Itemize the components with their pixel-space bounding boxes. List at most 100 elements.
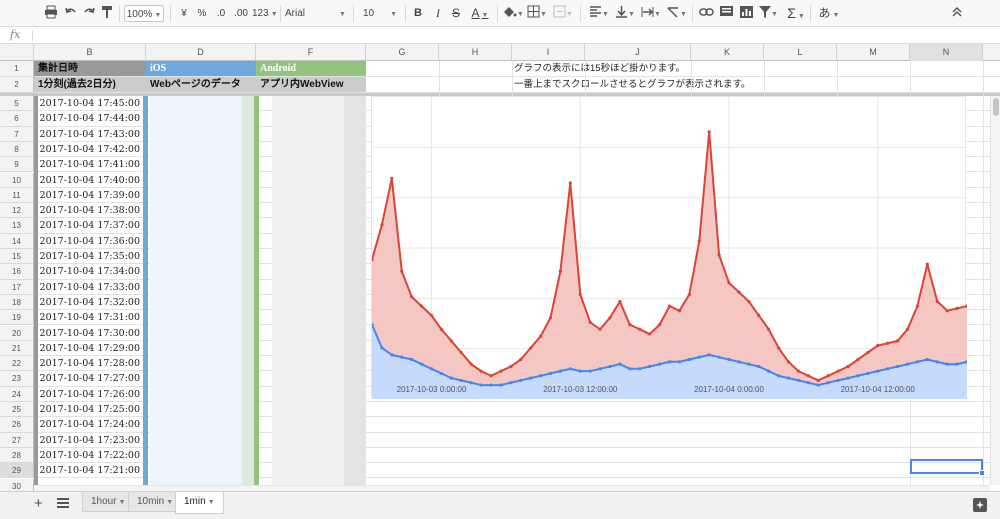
column-header-f[interactable]: F bbox=[256, 44, 366, 61]
sheet-tab-1min[interactable]: 1min ▼ bbox=[175, 492, 224, 514]
paint-format-icon[interactable] bbox=[100, 5, 114, 22]
column-header-i[interactable]: I bbox=[512, 44, 585, 61]
column-header-b[interactable]: B bbox=[34, 44, 146, 61]
comment-icon[interactable] bbox=[719, 5, 735, 22]
functions-icon[interactable]: Σ ▼ bbox=[786, 5, 806, 22]
strikethrough-button[interactable]: S bbox=[451, 5, 461, 22]
date-cell[interactable]: 2017-10-04 17:37:00 bbox=[38, 218, 146, 232]
row-header-26[interactable]: 26 bbox=[0, 417, 34, 433]
sheet-tab-1hour[interactable]: 1hour ▼ bbox=[82, 492, 135, 512]
column-header-m[interactable]: M bbox=[837, 44, 910, 61]
d1-cell[interactable]: iOS bbox=[146, 61, 256, 76]
row-header-2[interactable]: 2 bbox=[0, 77, 34, 93]
select-all-corner[interactable] bbox=[0, 44, 34, 61]
vertical-scroll-thumb[interactable] bbox=[993, 98, 999, 116]
italic-button[interactable]: I bbox=[433, 5, 443, 22]
date-cell[interactable]: 2017-10-04 17:38:00 bbox=[38, 203, 146, 217]
date-cell[interactable]: 2017-10-04 17:23:00 bbox=[38, 433, 146, 447]
decrease-decimal-button[interactable]: .0 bbox=[213, 5, 229, 22]
row-header-20[interactable]: 20 bbox=[0, 325, 34, 341]
undo-icon[interactable] bbox=[64, 5, 78, 22]
date-cell[interactable]: 2017-10-04 17:35:00 bbox=[38, 249, 146, 263]
date-cell[interactable]: 2017-10-04 17:27:00 bbox=[38, 371, 146, 385]
b1-cell[interactable]: 集計日時 bbox=[34, 61, 146, 76]
row-header-29[interactable]: 29 bbox=[0, 463, 34, 479]
insert-chart-icon[interactable] bbox=[739, 5, 755, 22]
date-cell[interactable]: 2017-10-04 17:43:00 bbox=[38, 127, 146, 141]
date-cell[interactable]: 2017-10-04 17:28:00 bbox=[38, 356, 146, 370]
row-header-28[interactable]: 28 bbox=[0, 447, 34, 464]
column-header-j[interactable]: J bbox=[585, 44, 691, 61]
row-header-11[interactable]: 11 bbox=[0, 187, 34, 204]
date-cell[interactable]: 2017-10-04 17:41:00 bbox=[38, 157, 146, 171]
selected-cell[interactable] bbox=[910, 459, 983, 474]
row-header-18[interactable]: 18 bbox=[0, 294, 34, 311]
row-header-10[interactable]: 10 bbox=[0, 172, 34, 188]
row-header-12[interactable]: 12 bbox=[0, 203, 34, 219]
note-cell-2[interactable]: 一番上までスクロールさせるとグラフが表示されます。 bbox=[512, 77, 812, 92]
date-cell[interactable]: 2017-10-04 17:31:00 bbox=[38, 310, 146, 324]
fill-color-icon[interactable]: ▼ bbox=[502, 5, 522, 22]
date-cell[interactable]: 2017-10-04 17:45:00 bbox=[38, 96, 146, 110]
date-cell[interactable]: 2017-10-04 17:21:00 bbox=[38, 463, 146, 477]
column-header-g[interactable]: G bbox=[366, 44, 439, 61]
row-header-23[interactable]: 23 bbox=[0, 371, 34, 387]
row-header-5[interactable]: 5 bbox=[0, 96, 34, 112]
traffic-chart[interactable]: 2017-10-03 0:00:00 2017-10-03 12:00:00 201… bbox=[371, 96, 967, 399]
date-cell[interactable]: 2017-10-04 17:32:00 bbox=[38, 295, 146, 309]
row-header-1[interactable]: 1 bbox=[0, 61, 34, 77]
column-header-n[interactable]: N bbox=[910, 44, 983, 61]
d2-cell[interactable]: Webページのデータ bbox=[146, 77, 256, 92]
font-size-select[interactable]: 10 ▼ bbox=[363, 5, 401, 22]
borders-icon[interactable]: ▼ bbox=[527, 5, 547, 22]
row-header-15[interactable]: 15 bbox=[0, 249, 34, 265]
date-cell[interactable]: 2017-10-04 17:26:00 bbox=[38, 387, 146, 401]
date-cell[interactable]: 2017-10-04 17:42:00 bbox=[38, 142, 146, 156]
column-header-d[interactable]: D bbox=[146, 44, 256, 61]
filter-icon[interactable]: ▼ bbox=[758, 5, 778, 22]
row-header-27[interactable]: 27 bbox=[0, 432, 34, 448]
date-cell[interactable]: 2017-10-04 17:29:00 bbox=[38, 341, 146, 355]
redo-icon[interactable] bbox=[82, 5, 96, 22]
all-sheets-icon[interactable] bbox=[57, 498, 69, 511]
bold-button[interactable]: B bbox=[413, 5, 423, 22]
increase-decimal-button[interactable]: .00 bbox=[232, 5, 250, 22]
print-icon[interactable] bbox=[44, 5, 58, 22]
add-sheet-icon[interactable]: + bbox=[34, 495, 43, 512]
date-cell[interactable]: 2017-10-04 17:36:00 bbox=[38, 234, 146, 248]
vertical-scrollbar[interactable] bbox=[990, 96, 1000, 485]
row-header-6[interactable]: 6 bbox=[0, 111, 34, 127]
text-wrap-icon[interactable]: ▼ bbox=[641, 5, 661, 22]
b2-cell[interactable]: 1分刻(過去2日分) bbox=[34, 77, 146, 92]
row-header-7[interactable]: 7 bbox=[0, 126, 34, 142]
zoom-select[interactable]: 100% ▼ bbox=[124, 5, 164, 22]
link-icon[interactable] bbox=[699, 5, 715, 22]
date-cell[interactable]: 2017-10-04 17:44:00 bbox=[38, 111, 146, 125]
fill-handle[interactable] bbox=[979, 470, 985, 476]
percent-format-button[interactable]: % bbox=[196, 5, 208, 22]
formula-input[interactable] bbox=[40, 29, 980, 42]
row-header-25[interactable]: 25 bbox=[0, 402, 34, 418]
currency-format-button[interactable]: ¥ bbox=[178, 5, 190, 22]
text-rotation-icon[interactable]: ▼ bbox=[667, 5, 687, 22]
date-cell[interactable]: 2017-10-04 17:22:00 bbox=[38, 448, 146, 462]
date-cell[interactable]: 2017-10-04 17:24:00 bbox=[38, 417, 146, 431]
date-cell[interactable]: 2017-10-04 17:25:00 bbox=[38, 402, 146, 416]
row-header-9[interactable]: 9 bbox=[0, 157, 34, 173]
merge-cells-icon[interactable]: ▼ bbox=[553, 5, 573, 22]
row-header-24[interactable]: 24 bbox=[0, 386, 34, 402]
horizontal-align-icon[interactable]: ▼ bbox=[589, 5, 609, 22]
row-header-13[interactable]: 13 bbox=[0, 218, 34, 234]
date-cell[interactable]: 2017-10-04 17:40:00 bbox=[38, 173, 146, 187]
f1-cell[interactable]: Android bbox=[256, 61, 366, 76]
row-header-19[interactable]: 19 bbox=[0, 310, 34, 326]
more-formats-button[interactable]: 123 ▼ bbox=[252, 5, 278, 22]
f2-cell[interactable]: アプリ内WebView bbox=[256, 77, 366, 92]
row-header-17[interactable]: 17 bbox=[0, 279, 34, 295]
row-header-8[interactable]: 8 bbox=[0, 141, 34, 158]
vertical-align-icon[interactable]: ▼ bbox=[615, 5, 635, 22]
input-tools-button[interactable]: あ ▼ bbox=[817, 5, 841, 22]
row-header-14[interactable]: 14 bbox=[0, 233, 34, 249]
date-cell[interactable]: 2017-10-04 17:30:00 bbox=[38, 326, 146, 340]
date-cell[interactable]: 2017-10-04 17:39:00 bbox=[38, 188, 146, 202]
